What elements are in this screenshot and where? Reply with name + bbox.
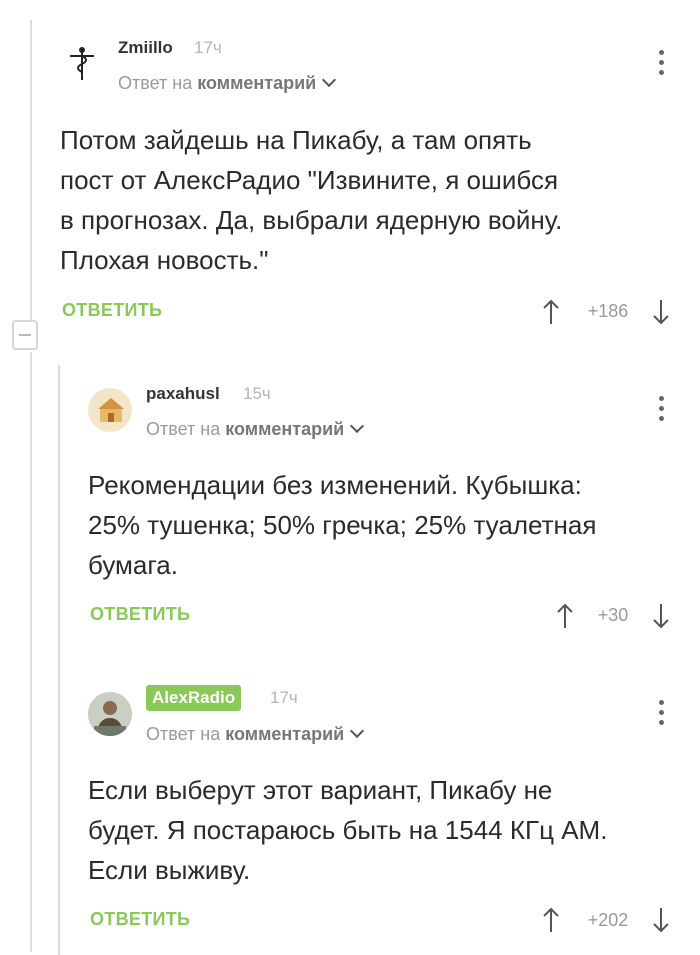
- comment-line: пост от АлексРадио "Извините, я ошибся: [60, 165, 559, 195]
- reply-to-target: комментарий: [197, 73, 317, 93]
- caduceus-icon: [70, 47, 94, 80]
- score-value: +186: [587, 301, 629, 321]
- reply-to-link[interactable]: Ответ на комментарий: [146, 723, 365, 745]
- reply-to-target: комментарий: [225, 724, 345, 744]
- comment-text: Рекомендации без изменений. Кубышка: 25%…: [88, 465, 596, 585]
- arrow-down-icon[interactable]: [652, 602, 670, 630]
- reply-to-prefix: Ответ на: [146, 724, 221, 744]
- avatar-paxahusl[interactable]: [88, 388, 132, 432]
- reply-to-prefix: Ответ на: [146, 419, 221, 439]
- reply-to-target: комментарий: [225, 419, 345, 439]
- thread-line-top: [30, 20, 32, 320]
- arrow-up-icon[interactable]: [542, 906, 560, 934]
- reply-button[interactable]: ОТВЕТИТЬ: [90, 909, 190, 930]
- comment-line: Если выберут этот вариант, Пикабу не: [88, 775, 553, 805]
- more-menu-button[interactable]: [656, 396, 666, 426]
- chevron-down-icon: [350, 723, 365, 739]
- avatar-image: [98, 398, 124, 422]
- comment-line: в прогнозах. Да, выбрали ядерную войну.: [60, 205, 563, 235]
- reply-button[interactable]: ОТВЕТИТЬ: [90, 604, 190, 625]
- author-name-badge[interactable]: AlexRadio: [146, 685, 242, 711]
- comment-line: Если выживу.: [88, 855, 251, 885]
- comment-text: Если выберут этот вариант, Пикабу не буд…: [88, 770, 607, 890]
- reply-to-link[interactable]: Ответ на комментарий: [146, 418, 365, 440]
- comment-line: бумага.: [88, 550, 178, 580]
- chevron-down-icon: [350, 418, 365, 434]
- arrow-down-icon[interactable]: [652, 906, 670, 934]
- comment-time: 17ч: [194, 38, 222, 57]
- comment-line: будет. Я постараюсь быть на 1544 КГц АМ.: [88, 815, 608, 845]
- chevron-down-icon: [322, 72, 337, 88]
- collapse-thread-button[interactable]: [12, 320, 38, 350]
- arrow-up-icon[interactable]: [542, 298, 560, 326]
- score-value: +30: [597, 605, 629, 625]
- arrow-up-icon[interactable]: [556, 602, 574, 630]
- comment-time: 15ч: [243, 384, 271, 403]
- author-name[interactable]: Zmiillo: [118, 38, 173, 58]
- nested-thread-line: [58, 365, 60, 955]
- arrow-down-icon[interactable]: [652, 298, 670, 326]
- avatar-image: [88, 692, 132, 736]
- reply-button[interactable]: ОТВЕТИТЬ: [62, 300, 162, 321]
- comment-text: Потом зайдешь на Пикабу, а там опять пос…: [60, 120, 562, 280]
- comment-time: 17ч: [270, 688, 298, 707]
- reply-to-prefix: Ответ на: [118, 73, 193, 93]
- score-value: +202: [587, 910, 629, 930]
- comment-line: Потом зайдешь на Пикабу, а там опять: [60, 125, 532, 155]
- thread-line-bottom: [30, 352, 32, 952]
- reply-to-link[interactable]: Ответ на комментарий: [118, 72, 337, 94]
- more-menu-button[interactable]: [656, 700, 666, 730]
- more-menu-button[interactable]: [656, 50, 666, 80]
- avatar-zmiillo[interactable]: [60, 40, 104, 84]
- comment-line: 25% тушенка; 50% гречка; 25% туалетная: [88, 510, 597, 540]
- comment-line: Плохая новость.": [60, 245, 269, 275]
- comment-line: Рекомендации без изменений. Кубышка:: [88, 470, 582, 500]
- author-name[interactable]: paxahusl: [146, 384, 220, 404]
- avatar-alexradio[interactable]: [88, 692, 132, 736]
